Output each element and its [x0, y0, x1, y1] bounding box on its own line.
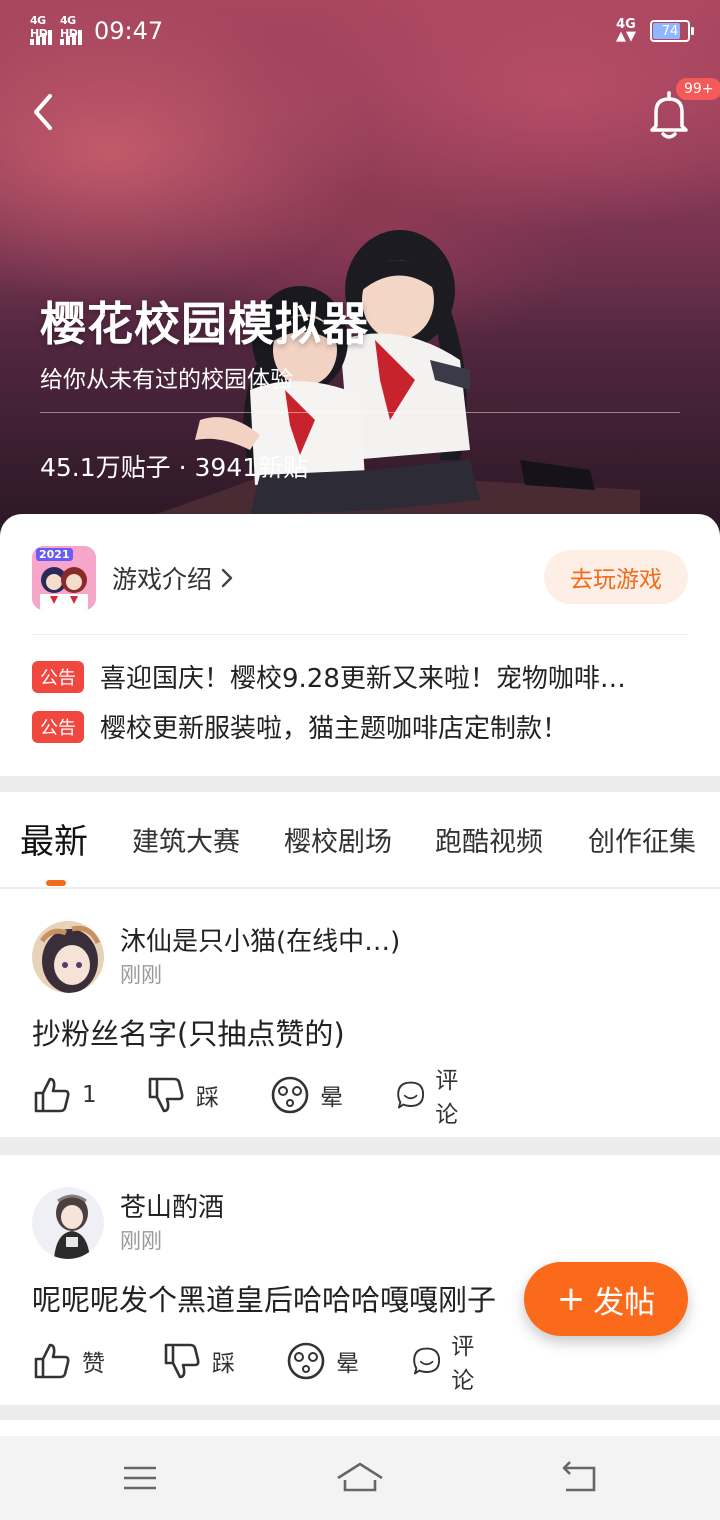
network-type-icon: 4G ▲▼	[616, 17, 636, 44]
post-author[interactable]: 苍山酌酒	[120, 1187, 224, 1224]
dizzy-label: 晕	[320, 1085, 343, 1111]
game-info-card: 2021 游戏介绍 去玩游戏 公告 喜迎国庆！樱校9.28更新又来啦！宠物咖啡……	[0, 514, 720, 776]
dislike-button[interactable]: 踩	[146, 1065, 219, 1125]
dizzy-button[interactable]: 晕	[286, 1331, 359, 1391]
post-card[interactable]: 沐仙是只小猫(在线中…) 刚刚 抄粉丝名字(只抽点赞的) 1 踩 晕 评论	[0, 889, 720, 1137]
tab-building-contest[interactable]: 建筑大赛	[132, 820, 240, 859]
thumbs-up-icon	[34, 1343, 70, 1379]
play-game-button[interactable]: 去玩游戏	[544, 550, 688, 604]
avatar-image	[32, 921, 104, 993]
forum-subtitle: 给你从未有过的校园体验	[40, 367, 293, 393]
back-icon[interactable]	[552, 1456, 608, 1500]
game-app-icon[interactable]: 2021	[32, 546, 96, 610]
battery-icon: 74	[650, 20, 694, 42]
new-post-label: 发帖	[593, 1284, 656, 1321]
plus-icon: +	[556, 1279, 586, 1319]
like-label: 赞	[82, 1351, 105, 1377]
dizzy-face-icon	[271, 1076, 309, 1114]
tab-school-theater[interactable]: 樱校剧场	[284, 820, 392, 859]
card-divider	[32, 634, 688, 635]
dislike-label: 踩	[212, 1351, 235, 1377]
comment-button[interactable]: 评论	[412, 1331, 485, 1394]
like-button[interactable]: 1	[32, 1065, 97, 1125]
status-bar: 4G HD 4G HD 09:47 4G ▲▼ 74	[0, 0, 720, 62]
comment-label: 评论	[435, 1068, 459, 1128]
dislike-button[interactable]: 踩	[162, 1331, 235, 1391]
battery-level: 74	[661, 23, 679, 39]
status-time: 09:47	[94, 17, 164, 45]
like-count: 1	[82, 1082, 97, 1108]
thumbs-up-icon	[34, 1077, 70, 1113]
notice-item[interactable]: 公告 喜迎国庆！樱校9.28更新又来啦！宠物咖啡…	[32, 658, 692, 695]
dislike-label: 踩	[196, 1085, 219, 1111]
notice-item[interactable]: 公告 樱校更新服装啦，猫主题咖啡店定制款！	[32, 708, 692, 745]
notice-text: 喜迎国庆！樱校9.28更新又来啦！宠物咖啡…	[100, 664, 626, 694]
post-text[interactable]: 抄粉丝名字(只抽点赞的)	[32, 1011, 345, 1053]
comment-label: 评论	[451, 1334, 475, 1394]
signal-strength-icon-2: 4G HD	[60, 14, 82, 45]
dizzy-button[interactable]: 晕	[270, 1065, 343, 1125]
avatar[interactable]	[32, 1187, 104, 1259]
post-time: 刚刚	[120, 1229, 162, 1253]
notice-text: 樱校更新服装啦，猫主题咖啡店定制款！	[100, 714, 569, 744]
new-post-button[interactable]: + 发帖	[524, 1262, 688, 1336]
back-arrow-icon[interactable]	[24, 88, 68, 136]
game-intro-link[interactable]: 游戏介绍	[112, 560, 234, 596]
tab-creation-collection[interactable]: 创作征集	[588, 820, 696, 859]
comment-button[interactable]: 评论	[396, 1065, 469, 1128]
thumbs-down-icon	[164, 1343, 200, 1379]
system-navigation-bar	[0, 1436, 720, 1520]
post-text[interactable]: 呢呢呢发个黑道皇后哈哈哈嘎嘎刚子	[32, 1277, 496, 1319]
notice-tag: 公告	[32, 710, 84, 743]
tab-parkour-video[interactable]: 跑酷视频	[435, 820, 543, 859]
header-divider	[40, 412, 680, 413]
chevron-right-icon	[221, 568, 233, 588]
notice-tag: 公告	[32, 660, 84, 693]
game-intro-label: 游戏介绍	[112, 565, 213, 594]
category-tabs: 最新 建筑大赛 樱校剧场 跑酷视频 创作征集	[0, 792, 720, 888]
game-icon-year: 2021	[36, 548, 73, 561]
dizzy-face-icon	[287, 1342, 325, 1380]
post-author[interactable]: 沐仙是只小猫(在线中…)	[120, 921, 400, 958]
comment-icon	[413, 1347, 441, 1375]
forum-title: 樱花校园模拟器	[40, 297, 369, 351]
notification-badge: 99+	[676, 78, 720, 100]
active-tab-indicator	[46, 880, 66, 886]
comment-icon	[397, 1081, 425, 1109]
post-time: 刚刚	[120, 963, 162, 987]
dizzy-label: 晕	[336, 1351, 359, 1377]
avatar[interactable]	[32, 921, 104, 993]
avatar-image	[32, 1187, 104, 1259]
forum-stats: 45.1万贴子 · 3941新贴	[40, 453, 309, 482]
tab-latest[interactable]: 最新	[20, 814, 88, 863]
thumbs-down-icon	[148, 1077, 184, 1113]
home-icon[interactable]	[332, 1456, 388, 1500]
like-button[interactable]: 赞	[32, 1331, 105, 1391]
signal-strength-icon: 4G HD	[30, 14, 52, 45]
menu-icon[interactable]	[112, 1456, 168, 1500]
